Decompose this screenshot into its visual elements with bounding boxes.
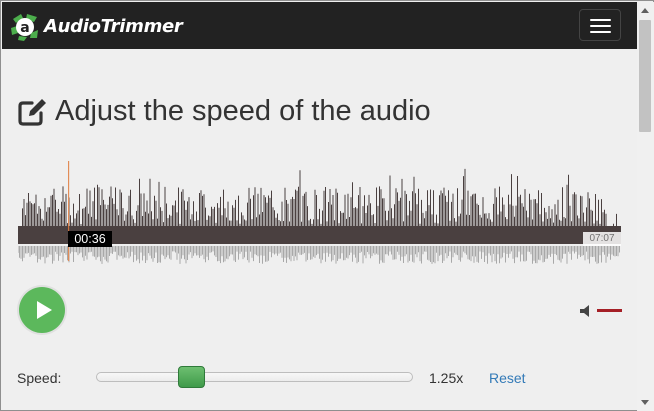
app-window: a AudioTrimmer Adjust the speed of the a… xyxy=(0,0,654,411)
reset-speed-link[interactable]: Reset xyxy=(489,370,526,386)
speed-label: Speed: xyxy=(17,370,62,386)
current-time-badge: 00:36 xyxy=(68,231,112,247)
waveform-reflection xyxy=(18,246,620,264)
edit-icon xyxy=(18,98,46,126)
speed-slider-track[interactable] xyxy=(96,372,413,382)
total-time-badge: 07:07 xyxy=(583,232,621,246)
volume-level-bar[interactable] xyxy=(597,309,622,312)
hamburger-menu-button[interactable] xyxy=(579,9,621,41)
speaker-icon xyxy=(580,305,589,317)
brand-name: AudioTrimmer xyxy=(44,15,183,37)
play-icon xyxy=(37,301,52,319)
volume-control[interactable] xyxy=(580,303,624,319)
scroll-down-arrow-icon[interactable] xyxy=(641,400,649,405)
svg-text:a: a xyxy=(20,20,29,36)
vertical-scrollbar[interactable] xyxy=(637,2,654,411)
audio-waveform[interactable] xyxy=(18,147,621,269)
page-title: Adjust the speed of the audio xyxy=(55,95,431,127)
audiotrimmer-logo-icon: a xyxy=(11,14,38,41)
navbar: a AudioTrimmer xyxy=(2,2,637,49)
brand[interactable]: a AudioTrimmer xyxy=(10,10,183,42)
speed-value: 1.25x xyxy=(429,370,464,386)
page-heading: Adjust the speed of the audio xyxy=(17,95,431,128)
scroll-up-arrow-icon[interactable] xyxy=(641,8,649,13)
scrollbar-thumb[interactable] xyxy=(639,20,651,132)
speed-slider-handle[interactable] xyxy=(178,366,205,388)
play-button[interactable] xyxy=(19,287,65,333)
